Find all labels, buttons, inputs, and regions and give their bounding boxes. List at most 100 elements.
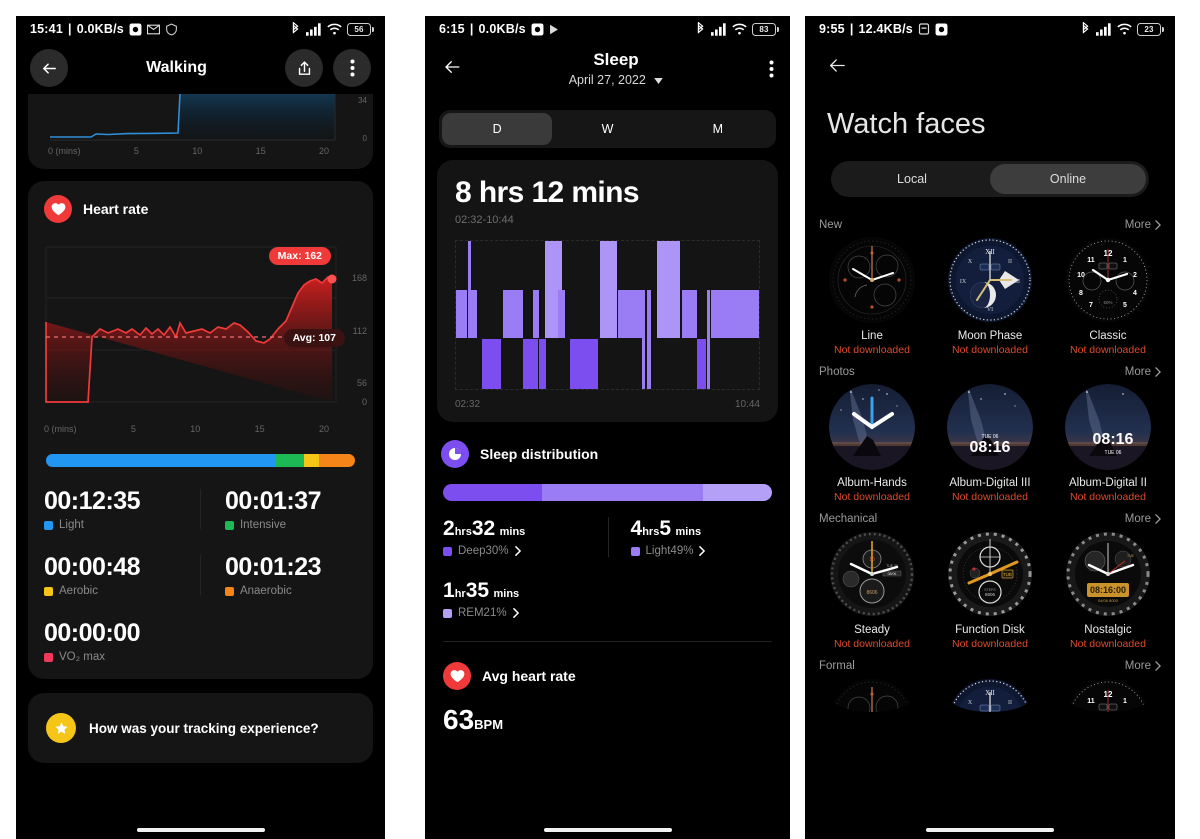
home-indicator[interactable]	[926, 828, 1054, 832]
back-button[interactable]	[441, 50, 463, 81]
hypnogram-chart	[455, 240, 760, 390]
svg-text:5: 5	[1123, 302, 1127, 309]
sleep-stat-deep[interactable]: 2hrs32 mins Deep30%	[443, 517, 608, 557]
back-button[interactable]	[30, 49, 68, 87]
group-header-new: New More	[805, 209, 1175, 237]
watch-face-item[interactable]: XII X II	[931, 678, 1049, 712]
svg-text:11: 11	[1087, 698, 1095, 705]
pace-chart: 34 0	[28, 94, 373, 146]
watch-face-name: Steady	[854, 624, 890, 636]
share-button[interactable]	[285, 49, 323, 87]
battery-level: 83	[759, 24, 769, 34]
face-row-formal: XII X II 12 11 1	[805, 678, 1175, 712]
star-icon-badge	[46, 713, 76, 743]
svg-text:04/06 8000: 04/06 8000	[1098, 598, 1119, 603]
watch-face-classic: 12 11 1 10	[1066, 679, 1149, 712]
watch-face-function-disk: STEPS 8606 TUE	[947, 532, 1032, 616]
play-icon	[549, 24, 559, 35]
watch-face-preview: TUE 06 08:16	[946, 384, 1033, 470]
watch-face-item[interactable]	[813, 678, 931, 712]
more-button[interactable]	[333, 49, 371, 87]
face-row-photos: Album-Hands Not downloaded TUE 06 08:16 …	[805, 384, 1175, 503]
signal-icon	[711, 22, 727, 36]
battery-icon: 83	[752, 22, 779, 36]
date-label: April 27, 2022	[568, 73, 646, 87]
watch-face-name: Classic	[1089, 330, 1127, 342]
svg-text:8606: 8606	[985, 592, 996, 597]
watch-face-item[interactable]: 12 11 1 10	[1049, 678, 1167, 712]
sleep-stat-light[interactable]: 4hrs5 mins Light49%	[607, 517, 773, 557]
hypnogram-bar	[456, 290, 467, 338]
hypnogram-bar	[646, 290, 651, 389]
tab-day[interactable]: D	[442, 113, 553, 145]
watch-face-status: Not downloaded	[834, 491, 910, 503]
watch-face-status: Not downloaded	[952, 491, 1028, 503]
svg-text:TUE: TUE	[1003, 572, 1012, 577]
svg-text:7: 7	[1089, 302, 1093, 309]
watch-face-item[interactable]: XII X II IX III VI	[931, 237, 1049, 356]
stat-row: 00:12:35 Light 00:01:37 Intensive	[44, 481, 357, 547]
watch-face-item[interactable]: 10 8606 08/06 TUE 20 Steady Not downl	[813, 531, 931, 650]
phone-panel-walking: 15:41 | 0.0KB/s 56 Walking 34 0 0 (mins)…	[16, 16, 385, 839]
hypnogram-end: 10:44	[734, 399, 760, 410]
date-selector[interactable]: April 27, 2022	[463, 73, 769, 87]
watch-face-status: Not downloaded	[952, 638, 1028, 650]
watch-face-name: Function Disk	[955, 624, 1025, 636]
back-arrow-icon	[445, 61, 460, 73]
svg-text:X: X	[968, 700, 973, 706]
more-link[interactable]: More	[1125, 513, 1161, 525]
tab-local[interactable]: Local	[834, 164, 990, 194]
period-segmented-control[interactable]: D W M	[439, 110, 776, 148]
group-title: New	[819, 219, 843, 231]
tab-month[interactable]: M	[663, 113, 773, 145]
hypnogram-bar	[618, 290, 643, 338]
watch-face-item[interactable]: TUE 08:16:00 04/06 8000 Nostalgic Not do…	[1049, 531, 1167, 650]
tab-online[interactable]: Online	[990, 164, 1146, 194]
avg-heart-rate-title: Avg heart rate	[482, 668, 576, 684]
watch-face-item[interactable]: 08:16 TUE 06 Album-Digital II Not downlo…	[1049, 384, 1167, 503]
signal-icon	[1096, 22, 1112, 36]
more-button[interactable]	[769, 50, 774, 83]
avg-heart-rate-header: Avg heart rate	[425, 642, 790, 690]
watch-face-item[interactable]: Album-Hands Not downloaded	[813, 384, 931, 503]
hypnogram-bar	[502, 290, 523, 338]
group-title: Photos	[819, 366, 855, 378]
pace-x-axis: 0 (mins) 5 10 15 20	[48, 146, 329, 156]
dist-segment-deep	[443, 484, 542, 501]
svg-text:IX: IX	[960, 279, 967, 285]
heart-icon	[450, 670, 464, 683]
back-button[interactable]	[825, 56, 849, 80]
feedback-label: How was your tracking experience?	[89, 720, 319, 736]
stat-light: 00:12:35 Light	[44, 487, 141, 531]
more-link[interactable]: More	[1125, 219, 1161, 231]
tab-week[interactable]: W	[552, 113, 662, 145]
zone-segment-aerobic	[304, 454, 320, 467]
feedback-card[interactable]: How was your tracking experience?	[28, 693, 373, 763]
more-link[interactable]: More	[1125, 660, 1161, 672]
hypnogram-bar	[533, 290, 539, 338]
hypnogram-bar	[481, 339, 502, 389]
home-indicator[interactable]	[543, 828, 672, 832]
hypnogram-bar	[470, 290, 478, 338]
feedback-row[interactable]: How was your tracking experience?	[28, 693, 373, 763]
group-header-mechanical: Mechanical More	[805, 503, 1175, 531]
more-link[interactable]: More	[1125, 366, 1161, 378]
svg-text:50%: 50%	[1103, 300, 1112, 305]
watch-face-name: Nostalgic	[1084, 624, 1132, 636]
watch-face-preview: TUE 08:16:00 04/06 8000	[1065, 531, 1151, 617]
home-indicator[interactable]	[136, 828, 265, 832]
zone-segment-light	[46, 454, 275, 467]
svg-text:1: 1	[1123, 698, 1127, 705]
hypnogram-bar	[642, 290, 646, 389]
source-segmented-control[interactable]: Local Online	[831, 161, 1149, 197]
sleep-stat-rem[interactable]: 1hr35 mins REM21%	[443, 579, 608, 619]
max-hr-pill: Max: 162	[268, 247, 331, 265]
face-date-text: TUE 06	[1104, 450, 1121, 456]
watch-face-item[interactable]: TUE 06 08:16 Album-Digital III Not downl…	[931, 384, 1049, 503]
watch-face-item[interactable]: 12 11 1 10 2 8 4 7 5 50% Classic Not dow…	[1049, 237, 1167, 356]
legend-dot	[443, 608, 452, 618]
watch-face-item[interactable]: STEPS 8606 TUE Function Disk Not downloa…	[931, 531, 1049, 650]
watch-face-status: Not downloaded	[952, 344, 1028, 356]
hypnogram-bar	[569, 339, 599, 389]
watch-face-item[interactable]: Line Not downloaded	[813, 237, 931, 356]
